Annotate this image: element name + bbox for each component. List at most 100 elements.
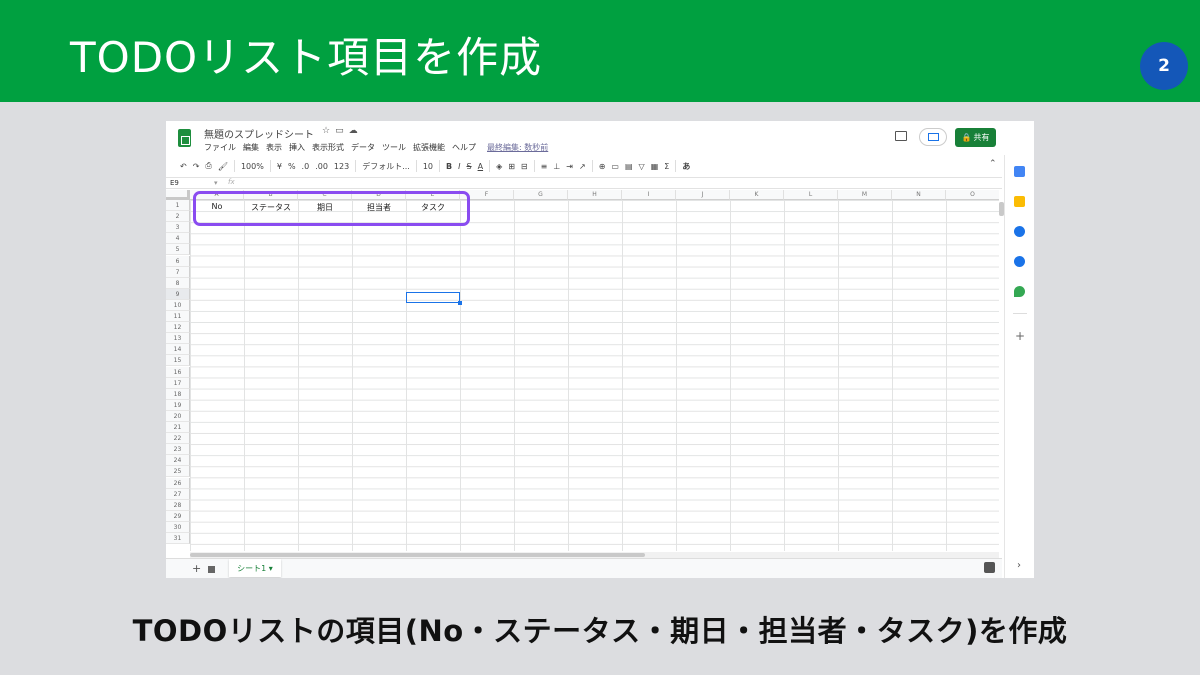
text-color-button[interactable]: A: [478, 162, 483, 171]
row-header[interactable]: 8: [166, 277, 190, 289]
cloud-status-icon[interactable]: ☁: [349, 126, 363, 136]
row-header[interactable]: 23: [166, 444, 190, 456]
explore-icon[interactable]: [984, 562, 995, 573]
menu-item[interactable]: 表示形式: [312, 142, 344, 153]
functions-icon[interactable]: Σ: [664, 162, 669, 171]
insert-comment-icon[interactable]: ▭: [611, 162, 619, 171]
column-header[interactable]: G: [514, 190, 568, 200]
row-header[interactable]: 12: [166, 322, 190, 334]
column-header[interactable]: J: [676, 190, 730, 200]
tasks-icon[interactable]: [1014, 226, 1025, 237]
row-header[interactable]: 3: [166, 222, 190, 234]
collapse-toolbar-icon[interactable]: ⌃: [989, 159, 997, 169]
row-header[interactable]: 31: [166, 533, 190, 545]
row-header[interactable]: 24: [166, 455, 190, 467]
row-header[interactable]: 28: [166, 499, 190, 511]
increase-decimal-button[interactable]: .00: [315, 162, 328, 171]
add-sheet-icon[interactable]: +: [192, 562, 201, 575]
filter-icon[interactable]: ▽: [639, 162, 645, 171]
filter-views-icon[interactable]: ▦: [651, 162, 659, 171]
decrease-decimal-button[interactable]: .0: [302, 162, 310, 171]
horizontal-align-icon[interactable]: ≡: [541, 162, 548, 171]
chevron-down-icon[interactable]: ▾: [214, 179, 218, 187]
bold-button[interactable]: B: [446, 162, 452, 171]
row-header[interactable]: 15: [166, 355, 190, 367]
column-header[interactable]: K: [730, 190, 784, 200]
add-addon-icon[interactable]: +: [1015, 329, 1025, 343]
more-formats-button[interactable]: 123: [334, 162, 349, 171]
row-header[interactable]: 2: [166, 211, 190, 223]
star-icon[interactable]: ☆: [322, 126, 335, 136]
row-header[interactable]: 18: [166, 388, 190, 400]
redo-icon[interactable]: ↷: [193, 162, 200, 171]
all-sheets-icon[interactable]: [208, 566, 215, 573]
row-header[interactable]: 4: [166, 233, 190, 245]
strikethrough-button[interactable]: S: [467, 162, 472, 171]
name-box[interactable]: E9: [170, 179, 179, 187]
column-header[interactable]: H: [568, 190, 622, 200]
column-header[interactable]: L: [784, 190, 838, 200]
currency-format-button[interactable]: ¥: [277, 162, 282, 171]
scrollbar-thumb[interactable]: [190, 553, 645, 557]
merge-cells-icon[interactable]: ⊟: [521, 162, 528, 171]
row-header[interactable]: 5: [166, 244, 190, 256]
sheet-tab[interactable]: シート1 ▾: [229, 559, 281, 577]
keep-icon[interactable]: [1014, 196, 1025, 207]
spreadsheet-grid[interactable]: No ステータス 期日 担当者 タスク ABCDEFGHIJKLMNO12345…: [166, 190, 999, 551]
row-header[interactable]: 21: [166, 422, 190, 434]
row-header[interactable]: 29: [166, 510, 190, 522]
row-header[interactable]: 16: [166, 366, 190, 378]
menu-item[interactable]: 拡張機能: [413, 142, 445, 153]
row-header[interactable]: 1: [166, 200, 190, 212]
chevron-right-icon[interactable]: ›: [1017, 560, 1021, 571]
menu-item[interactable]: ファイル: [204, 142, 236, 153]
move-folder-icon[interactable]: ▭: [335, 126, 349, 136]
menu-item[interactable]: 編集: [243, 142, 259, 153]
fill-color-icon[interactable]: ◈: [496, 162, 502, 171]
menu-item[interactable]: データ: [351, 142, 375, 153]
row-header[interactable]: 27: [166, 488, 190, 500]
print-icon[interactable]: ⎙: [205, 161, 211, 171]
row-header[interactable]: 20: [166, 410, 190, 422]
column-header[interactable]: I: [622, 190, 676, 200]
contacts-icon[interactable]: [1014, 256, 1025, 267]
row-header[interactable]: 26: [166, 477, 190, 489]
select-all-corner[interactable]: [166, 190, 190, 200]
font-size-select[interactable]: 10: [423, 162, 433, 171]
row-header[interactable]: 22: [166, 433, 190, 445]
present-button[interactable]: [919, 128, 947, 146]
row-header[interactable]: 30: [166, 521, 190, 533]
menu-item[interactable]: 挿入: [289, 142, 305, 153]
font-select[interactable]: デフォルト...: [362, 161, 410, 172]
paint-format-icon[interactable]: 🖌: [218, 162, 228, 171]
row-header[interactable]: 14: [166, 344, 190, 356]
row-header[interactable]: 11: [166, 311, 190, 323]
cell-area[interactable]: [190, 200, 999, 551]
column-header[interactable]: N: [892, 190, 946, 200]
row-header[interactable]: 17: [166, 377, 190, 389]
maps-icon[interactable]: [1014, 286, 1025, 297]
zoom-select[interactable]: 100%: [241, 162, 264, 171]
insert-chart-icon[interactable]: ▤: [625, 162, 633, 171]
row-header[interactable]: 13: [166, 333, 190, 345]
italic-button[interactable]: I: [458, 162, 460, 171]
vertical-align-icon[interactable]: ⊥: [553, 162, 560, 171]
percent-format-button[interactable]: %: [288, 162, 296, 171]
document-title[interactable]: 無題のスプレッドシート: [204, 126, 314, 141]
row-header[interactable]: 19: [166, 399, 190, 411]
text-rotation-icon[interactable]: ↗: [579, 162, 586, 171]
column-header[interactable]: M: [838, 190, 892, 200]
row-header[interactable]: 10: [166, 299, 190, 311]
menu-item[interactable]: 表示: [266, 142, 282, 153]
borders-icon[interactable]: ⊞: [508, 162, 515, 171]
menu-item[interactable]: ツール: [382, 142, 406, 153]
input-tools-button[interactable]: あ: [682, 161, 690, 172]
row-header[interactable]: 6: [166, 255, 190, 267]
calendar-icon[interactable]: [1014, 166, 1025, 177]
last-edit-link[interactable]: 最終編集: 数秒前: [487, 142, 548, 153]
selected-cell-e9[interactable]: [406, 292, 462, 305]
row-header[interactable]: 9: [166, 288, 190, 300]
comment-history-icon[interactable]: [895, 131, 907, 141]
insert-link-icon[interactable]: ⊕: [599, 162, 606, 171]
share-button[interactable]: 🔒 共有: [955, 128, 996, 147]
